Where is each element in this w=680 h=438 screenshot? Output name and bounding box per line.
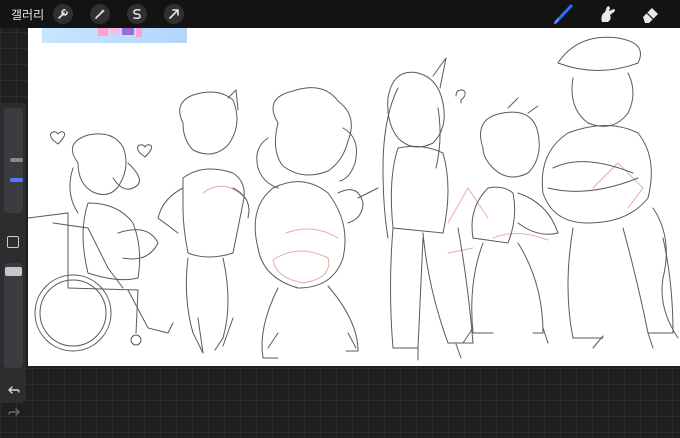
brush-icon[interactable] [552, 3, 576, 25]
magic-wand-icon [95, 9, 105, 19]
opacity-thumb[interactable] [5, 267, 22, 276]
heart-doodle [50, 131, 66, 145]
question-doodle [455, 89, 466, 104]
construction-guides [202, 162, 644, 284]
figure-wheelchair [28, 133, 174, 352]
left-sidebar [1, 103, 26, 416]
top-toolbar: 갤러리 [0, 0, 680, 28]
selection-s-icon [133, 9, 141, 20]
redo-icon[interactable] [7, 405, 21, 419]
brush-size-slider[interactable] [4, 108, 23, 213]
drawing-canvas[interactable] [28, 28, 680, 366]
brush-size-thumb[interactable] [10, 158, 23, 162]
selection-button[interactable] [127, 4, 147, 24]
figure-2 [157, 88, 250, 354]
transform-button[interactable] [164, 4, 184, 24]
undo-icon[interactable] [7, 383, 21, 397]
heart-doodle [137, 144, 153, 158]
figure-6 [541, 36, 679, 349]
figure-5 [462, 97, 559, 344]
smudge-icon[interactable] [596, 3, 620, 25]
transform-arrow-icon [169, 9, 179, 19]
wrench-icon [58, 9, 68, 19]
brush-size-indicator [10, 178, 23, 182]
adjustments-button[interactable] [90, 4, 110, 24]
gallery-button[interactable]: 갤러리 [11, 6, 44, 23]
modify-button[interactable] [7, 236, 19, 248]
actions-button[interactable] [53, 4, 73, 24]
opacity-slider[interactable] [4, 263, 23, 368]
figure-3 [254, 87, 364, 359]
sketch-artwork [28, 36, 679, 361]
eraser-icon[interactable] [639, 3, 663, 25]
